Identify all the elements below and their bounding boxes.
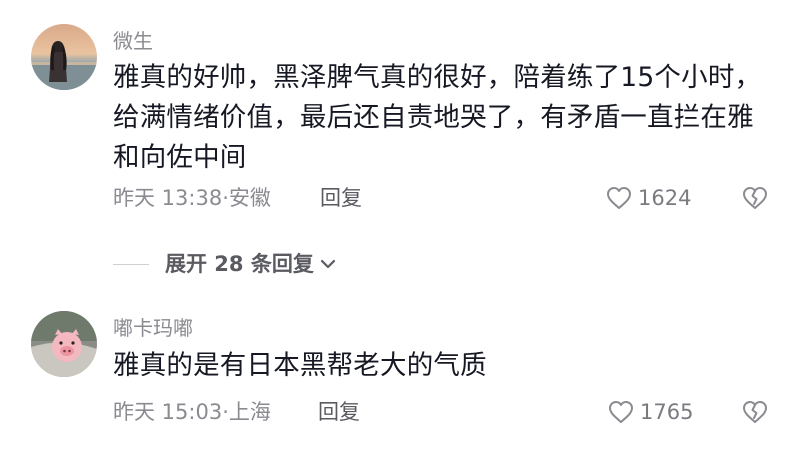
like-count: 1765 <box>640 400 694 424</box>
avatar[interactable] <box>31 311 97 377</box>
reply-button[interactable]: 回复 <box>318 398 360 426</box>
comment-time-location: 昨天 15:03·上海 <box>113 400 271 424</box>
username[interactable]: 嘟卡玛嘟 <box>113 316 193 340</box>
like-button[interactable]: 1765 <box>608 398 693 426</box>
heart-icon <box>609 401 633 423</box>
avatar-pig-cartoon <box>31 311 97 377</box>
broken-heart-icon <box>743 401 767 423</box>
comment-item: 嘟卡玛嘟 雅真的是有日本黑帮老大的气质 昨天 15:03·上海 回复 1765 <box>0 0 800 450</box>
dislike-button[interactable] <box>742 400 768 428</box>
comment-text: 雅真的是有日本黑帮老大的气质 <box>113 350 487 381</box>
